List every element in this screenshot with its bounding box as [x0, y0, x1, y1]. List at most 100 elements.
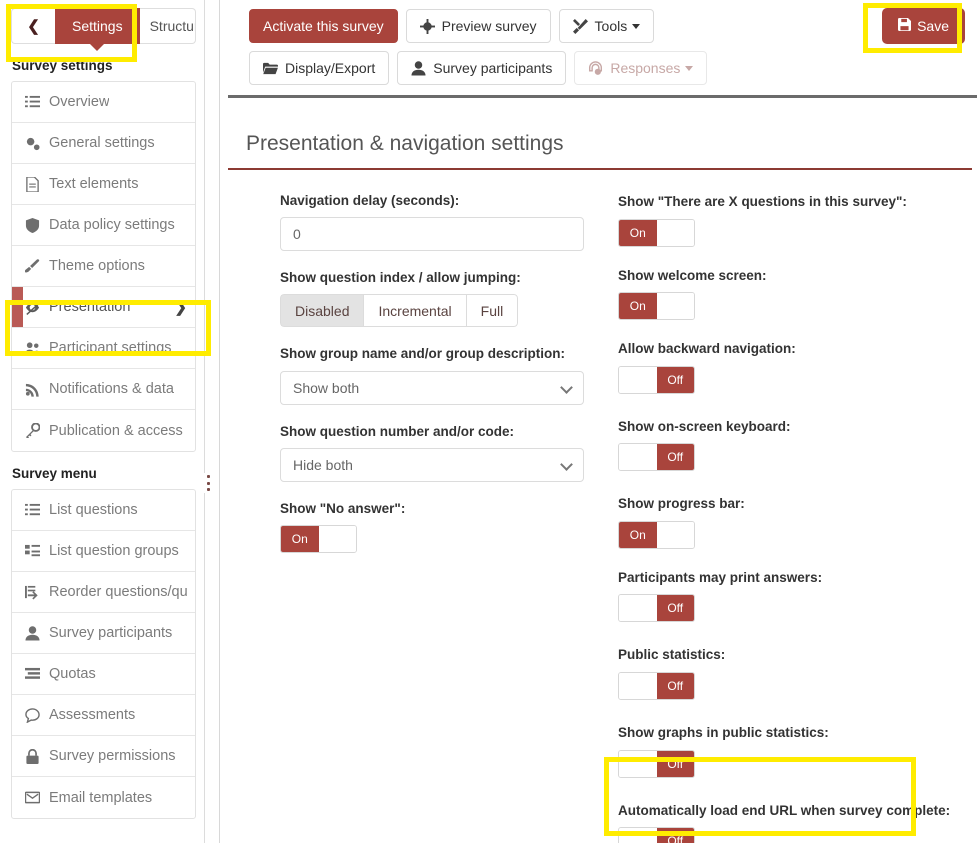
menu-item-label: Survey participants	[49, 625, 173, 641]
sidebar-item-theme-options[interactable]: Theme options	[12, 246, 195, 287]
user-icon	[25, 625, 44, 641]
survey-menu-item-survey-permissions[interactable]: Survey permissions	[12, 736, 195, 777]
sidebar-item-overview[interactable]: Overview	[12, 82, 195, 123]
display-export-button[interactable]: Display/Export	[249, 51, 390, 85]
toggle-on-label: On	[619, 521, 657, 548]
survey-menu-heading: Survey menu	[12, 466, 97, 481]
setting-public-statistics: Public statistics: Off	[618, 645, 970, 704]
menu-item-label: Survey permissions	[49, 748, 176, 764]
sidebar-item-publication-access[interactable]: Publication & access	[12, 410, 195, 451]
toggle-knob	[619, 595, 657, 622]
tab-settings[interactable]: Settings	[55, 8, 140, 44]
navigation-delay-input[interactable]	[280, 217, 584, 252]
survey-participants-button[interactable]: Survey participants	[397, 51, 567, 85]
toggle-off-label: Off	[656, 672, 694, 699]
quota-icon	[25, 667, 44, 682]
tab-structure[interactable]: Structure	[139, 8, 196, 44]
tools-button[interactable]: Tools	[558, 9, 655, 43]
sidebar-item-data-policy-settings[interactable]: Data policy settings	[12, 205, 195, 246]
no-answer-label: Show "No answer":	[280, 500, 406, 516]
gears-icon	[25, 136, 44, 151]
survey-menu-item-reorder-questions-questi[interactable]: Reorder questions/questi	[12, 572, 195, 613]
toggle-public-statistics[interactable]: Off	[618, 671, 695, 700]
toggle-off-label: Off	[656, 444, 694, 471]
question-number-value: Hide both	[293, 456, 353, 473]
reorder-icon	[25, 585, 44, 600]
group-name-value: Show both	[293, 379, 360, 396]
menu-item-label: Participant settings	[49, 340, 172, 356]
menu-item-label: List question groups	[49, 543, 179, 559]
toggle-allow-backward-navigation[interactable]: Off	[618, 365, 695, 394]
toggle-automatically-load-end-url-when-survey-c[interactable]: Off	[618, 827, 695, 843]
toggle-show-on-screen-keyboard[interactable]: Off	[618, 443, 695, 472]
left-settings-column: Navigation delay (seconds): Show questio…	[228, 192, 610, 843]
toggle-knob	[656, 219, 694, 246]
button-label: Responses	[610, 60, 681, 76]
pane-resize-handle[interactable]	[204, 473, 213, 493]
no-answer-toggle[interactable]: On	[280, 525, 357, 554]
gear-icon	[419, 18, 435, 34]
toggle-show-there-are-x-questions-in-this-surve[interactable]: On	[618, 218, 695, 247]
preview-survey-button[interactable]: Preview survey	[405, 9, 551, 43]
menu-item-label: Text elements	[49, 176, 139, 192]
survey-menu-item-email-templates[interactable]: Email templates	[12, 777, 195, 818]
sidebar-item-text-elements[interactable]: Text elements	[12, 164, 195, 205]
setting-label: Participants may print answers:	[618, 569, 823, 585]
setting-show-there-are-x-questions-in-this-surve: Show "There are X questions in this surv…	[618, 192, 970, 247]
button-label: Survey participants	[433, 60, 553, 76]
sidebar: ❮ Settings Structure Survey settings Ove…	[0, 0, 205, 843]
grip-dot	[207, 488, 210, 491]
setting-label: Show progress bar:	[618, 496, 745, 512]
back-button[interactable]: ❮	[11, 8, 55, 44]
toggle-knob	[619, 366, 657, 393]
group-name-select[interactable]: Show both	[280, 370, 584, 405]
survey-menu-item-list-questions[interactable]: List questions	[12, 490, 195, 531]
setting-label: Show graphs in public statistics:	[618, 724, 829, 740]
user-icon	[411, 60, 426, 76]
setting-label: Show on-screen keyboard:	[618, 418, 791, 434]
sidebar-item-participant-settings[interactable]: Participant settings	[12, 328, 195, 369]
field-question-number: Show question number and/or code: Hide b…	[280, 423, 610, 482]
setting-automatically-load-end-url-when-survey-c: Automatically load end URL when survey c…	[618, 801, 970, 843]
survey-menu-item-assessments[interactable]: Assessments	[12, 695, 195, 736]
sidebar-item-general-settings[interactable]: General settings	[12, 123, 195, 164]
question-index-option-full[interactable]: Full	[465, 294, 519, 328]
survey-menu-item-list-question-groups[interactable]: List question groups	[12, 531, 195, 572]
toggle-show-progress-bar[interactable]: On	[618, 520, 695, 549]
question-number-select[interactable]: Hide both	[280, 447, 584, 482]
save-button[interactable]: Save	[882, 8, 965, 44]
list-icon	[25, 503, 44, 518]
floppy-disk-icon	[898, 18, 912, 34]
toggle-participants-may-print-answers[interactable]: Off	[618, 594, 695, 623]
survey-settings-menu: Overview General settings Text elements Dat…	[11, 81, 196, 452]
menu-item-label: Notifications & data	[49, 381, 174, 397]
survey-menu-item-quotas[interactable]: Quotas	[12, 654, 195, 695]
toggle-on-label: On	[619, 219, 657, 246]
eye-slash-icon	[25, 300, 44, 315]
sidebar-item-presentation[interactable]: Presentation ❯	[12, 287, 195, 328]
main-content: Presentation & navigation settings Navig…	[228, 108, 977, 843]
setting-label: Public statistics:	[618, 647, 726, 663]
menu-item-label: Reorder questions/questi	[49, 584, 187, 600]
setting-label: Automatically load end URL when survey c…	[618, 802, 951, 818]
menu-item-label: Data policy settings	[49, 217, 175, 233]
menu-item-label: Assessments	[49, 707, 136, 723]
activate-this-survey-button[interactable]: Activate this survey	[249, 9, 398, 43]
field-no-answer: Show "No answer": On	[280, 500, 610, 554]
survey-menu-item-survey-participants[interactable]: Survey participants	[12, 613, 195, 654]
setting-label: Allow backward navigation:	[618, 341, 796, 357]
responses-icon	[588, 60, 603, 76]
toggle-show-welcome-screen[interactable]: On	[618, 292, 695, 321]
list-groups-icon	[25, 544, 44, 559]
setting-label: Show welcome screen:	[618, 267, 767, 283]
question-index-option-disabled[interactable]: Disabled	[280, 294, 364, 328]
setting-show-progress-bar: Show progress bar: On	[618, 494, 970, 549]
caret-down-icon	[632, 23, 641, 29]
key-icon	[25, 423, 44, 438]
chevron-down-icon	[560, 380, 573, 394]
sidebar-item-notifications-data[interactable]: Notifications & data	[12, 369, 195, 410]
question-index-option-incremental[interactable]: Incremental	[363, 294, 466, 328]
paintbrush-icon	[25, 258, 44, 274]
toggle-show-graphs-in-public-statistics[interactable]: Off	[618, 749, 695, 778]
chevron-down-icon	[560, 458, 573, 471]
